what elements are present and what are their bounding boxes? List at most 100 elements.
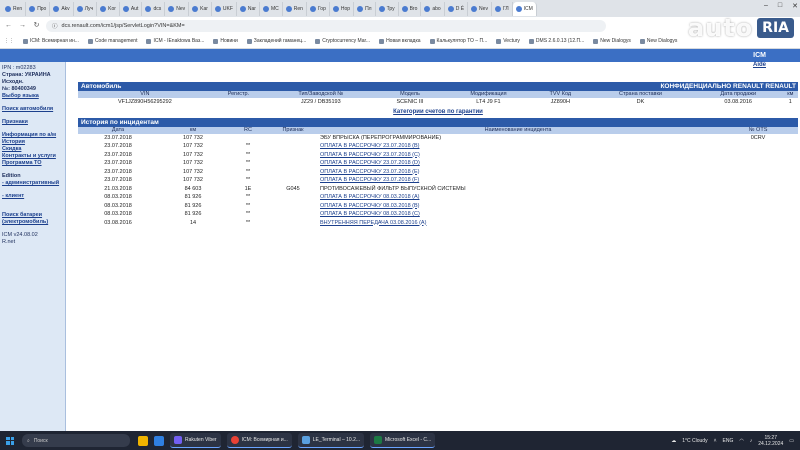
browser-tab[interactable]: Луч [74, 1, 98, 16]
taskbar-app-terminal[interactable]: LE_Terminal – 10.2... [297, 433, 365, 448]
browser-tab[interactable]: Ren [283, 1, 307, 16]
incident-link[interactable]: ОПЛАТА В РАССРОЧКУ 08.03.2018 (A) [320, 194, 420, 200]
browser-tab[interactable]: Ren [2, 1, 27, 16]
browser-tab[interactable]: Aut [120, 1, 143, 16]
notifications-icon[interactable]: ▭ [789, 438, 794, 444]
incident-row: 23.07.2018 107 732 ** ОПЛАТА В РАССРОЧКУ 23… [78, 142, 798, 151]
edition-admin-link[interactable]: - административный [2, 180, 63, 187]
edge-icon[interactable] [154, 435, 164, 446]
bookmark-item[interactable]: New Dialogys [639, 38, 677, 44]
language-indicator[interactable]: ENG [723, 438, 734, 444]
tray-chevron-icon[interactable]: ˄ [714, 438, 717, 444]
bookmark-item[interactable]: ICM: Всемирная ин... [23, 38, 79, 44]
browser-tab[interactable]: ГЛ [492, 1, 513, 16]
incident-row: 08.03.2018 81 926 ** ОПЛАТА В РАССРОЧКУ 08.… [78, 193, 798, 202]
tab-title: Nar [247, 5, 256, 12]
contracts-link[interactable]: Контракты и услуги [2, 153, 63, 160]
tab-title: Луч [84, 5, 94, 12]
incident-link[interactable]: ОПЛАТА В РАССРОЧКУ 23.07.2018 (C) [320, 152, 420, 158]
battery-search-link[interactable]: Поиск батареи (электромобиль) [2, 212, 63, 226]
weather-icon[interactable]: ☁ [671, 438, 676, 444]
taskbar-app-viber[interactable]: Rakuten Viber [170, 433, 221, 448]
bookmark-item[interactable]: Code management [87, 38, 137, 44]
edition-client-link[interactable]: - клиент [2, 193, 63, 200]
incident-link[interactable]: ОПЛАТА В РАССРОЧКУ 08.03.2018 (B) [320, 203, 420, 209]
browser-tab[interactable]: ICM [512, 1, 537, 16]
wifi-icon[interactable]: ◠ [739, 438, 743, 444]
forward-icon[interactable]: → [18, 21, 27, 30]
bookmark-item[interactable]: Закладений гаманец... [246, 38, 306, 44]
browser-tab[interactable]: abo [421, 1, 445, 16]
browser-tab[interactable]: Kar [189, 1, 212, 16]
browser-tab[interactable]: UKF [212, 1, 237, 16]
browser-tab[interactable]: D É [445, 1, 469, 16]
windows-start-icon[interactable] [6, 436, 14, 445]
incident-sign [268, 176, 318, 185]
browser-tab[interactable]: Bro [399, 1, 422, 16]
file-explorer-icon[interactable] [138, 435, 148, 446]
incident-km: 107 732 [183, 134, 203, 141]
incident-link[interactable]: ОПЛАТА В РАССРОЧКУ 23.07.2018 (B) [320, 143, 420, 149]
browser-tab[interactable]: MC [260, 1, 283, 16]
browser-tab[interactable]: Пл [354, 1, 376, 16]
minimize-icon[interactable]: – [764, 2, 768, 10]
volume-icon[interactable]: ♪ [750, 438, 753, 444]
windows-taskbar: ⌕ Поиск Rakuten Viber ICM: Всемирная и..… [0, 431, 800, 450]
weather-label[interactable]: 1°C Cloudy [682, 438, 707, 444]
browser-tab[interactable]: Kor [97, 1, 120, 16]
bookmark-item[interactable]: New Dialogys [593, 38, 631, 44]
incident-link[interactable]: ОПЛАТА В РАССРОЧКУ 08.03.2018 (C) [320, 211, 420, 217]
browser-tab[interactable]: dcs [142, 1, 166, 16]
bookmark-label: Vectury [503, 38, 520, 44]
close-icon[interactable]: ✕ [792, 2, 798, 10]
incident-link[interactable]: ОПЛАТА В РАССРОЧКУ 23.07.2018 (F) [320, 177, 419, 183]
taskbar-search[interactable]: ⌕ Поиск [22, 434, 130, 447]
bookmark-label: ICM - IEnaktowa Baз... [153, 38, 205, 44]
bookmark-favicon-icon [379, 38, 385, 44]
address-bar[interactable]: ⓘ dcs.renault.com/icm1/jsp/ServletLogin?… [46, 19, 606, 32]
signs-link[interactable]: Признаки [2, 119, 63, 126]
vehicle-column-header: Тип/Заводской № [265, 91, 377, 98]
taskbar-app-chrome[interactable]: ICM: Всемирная и... [226, 433, 292, 448]
taskbar-clock[interactable]: 15:27 24.12.2024 [758, 435, 783, 447]
reload-icon[interactable]: ↻ [32, 21, 41, 30]
ipn-label: IPN : m02283 [2, 65, 36, 71]
browser-tab[interactable]: Тру [376, 1, 399, 16]
back-icon[interactable]: ← [4, 21, 13, 30]
site-info-icon[interactable]: ⓘ [52, 22, 58, 30]
incident-link[interactable]: ОПЛАТА В РАССРОЧКУ 23.07.2018 (E) [320, 169, 420, 175]
language-select-link[interactable]: Выбор языка [2, 93, 63, 100]
browser-tab[interactable]: Про [26, 1, 51, 16]
incident-rc: ** [245, 160, 251, 166]
incident-row: 23.07.2018 107 732 ЭБУ ВПРЫСКА (ПЕРЕПРОГРА… [78, 134, 798, 143]
bookmark-item[interactable]: Cryptocurrency Mar... [315, 38, 370, 44]
history-link[interactable]: История [2, 139, 63, 146]
source-number: №: 80400349 [2, 86, 36, 92]
browser-tab[interactable]: Гор [307, 1, 330, 16]
tab-favicon-icon [168, 5, 175, 12]
browser-tab[interactable]: Nev [468, 1, 492, 16]
vehicle-search-link[interactable]: Поиск автомобиля [2, 106, 63, 113]
warranty-categories-link[interactable]: Категории счетов по гарантии [78, 107, 798, 118]
maintenance-program-link[interactable]: Программа ТО [2, 160, 63, 167]
bookmark-item[interactable]: Калькулятор ТО – П... [429, 38, 487, 44]
bookmark-item[interactable]: ICM - IEnaktowa Baз... [146, 38, 204, 44]
confidential-label: КОНФИДЕНЦИАЛЬНО RENAULT RENAULT [660, 83, 796, 90]
bookmark-item[interactable]: Новая вкладка [379, 38, 421, 44]
incident-link[interactable]: ОПЛАТА В РАССРОЧКУ 23.07.2018 (D) [320, 160, 420, 166]
browser-tab[interactable]: Hop [330, 1, 355, 16]
incident-link[interactable]: ВНУТРЕННЯЯ ПЕРЕДАЧА 03.08.2016 (A) [320, 220, 426, 226]
maximize-icon[interactable]: □ [778, 2, 782, 10]
browser-tab[interactable]: Nar [237, 1, 260, 16]
vehicle-info-link[interactable]: Информация по а/м [2, 132, 63, 139]
browser-tab[interactable]: Akv [50, 1, 74, 16]
apps-icon[interactable]: ⋮⋮ [4, 38, 14, 44]
browser-tab[interactable]: Nev [165, 1, 190, 16]
discount-link[interactable]: Скидка [2, 146, 63, 153]
aide-link[interactable]: Aide [753, 62, 766, 68]
bookmark-item[interactable]: Vectury [496, 38, 520, 44]
taskbar-app-excel[interactable]: Microsoft Excel - C... [370, 433, 436, 448]
bookmark-item[interactable]: Новини [213, 38, 238, 44]
bookmark-item[interactable]: DMS 2.6.0.13 (12.П... [528, 38, 584, 44]
tab-favicon-icon [214, 5, 221, 12]
